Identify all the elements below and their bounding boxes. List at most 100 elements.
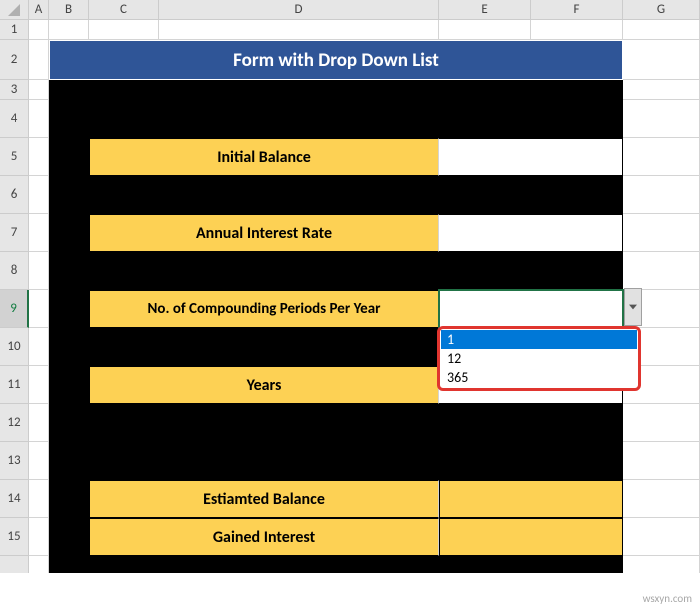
cell-G6[interactable] bbox=[623, 176, 700, 214]
cell-B4-F4[interactable] bbox=[49, 100, 623, 138]
label-years[interactable]: Years bbox=[89, 366, 439, 404]
row-header-4[interactable]: 4 bbox=[0, 100, 29, 138]
dropdown-arrow-button[interactable] bbox=[624, 288, 642, 326]
cell-A15[interactable] bbox=[29, 518, 49, 556]
dropdown-option-365[interactable]: 365 bbox=[441, 368, 637, 387]
col-header-C[interactable]: C bbox=[89, 0, 159, 20]
cell-B12-F12[interactable] bbox=[49, 404, 623, 442]
label-compounding[interactable]: No. of Compounding Periods Per Year bbox=[89, 290, 439, 328]
cell-B8-F8[interactable] bbox=[49, 252, 623, 290]
cell-G12[interactable] bbox=[623, 404, 700, 442]
col-header-D[interactable]: D bbox=[159, 0, 439, 20]
cell-C1[interactable] bbox=[89, 20, 159, 40]
cell-A6[interactable] bbox=[29, 176, 49, 214]
cell-B14[interactable] bbox=[49, 480, 89, 518]
cell-A9[interactable] bbox=[29, 290, 49, 328]
input-compounding[interactable] bbox=[439, 290, 623, 328]
label-est-balance[interactable]: Estiamted Balance bbox=[89, 480, 439, 518]
dropdown-option-1[interactable]: 1 bbox=[441, 330, 637, 349]
cell-G13[interactable] bbox=[623, 442, 700, 480]
row-header-14[interactable]: 14 bbox=[0, 480, 29, 518]
row-3: 3 bbox=[0, 80, 700, 100]
cell-F1[interactable] bbox=[531, 20, 623, 40]
cell-B1[interactable] bbox=[49, 20, 89, 40]
cell-G8[interactable] bbox=[623, 252, 700, 290]
triangle-icon bbox=[8, 4, 20, 16]
cell-A1[interactable] bbox=[29, 20, 49, 40]
row-header-6[interactable]: 6 bbox=[0, 176, 29, 214]
row-8: 8 bbox=[0, 252, 700, 290]
row-header-3[interactable]: 3 bbox=[0, 80, 29, 100]
col-header-E[interactable]: E bbox=[439, 0, 531, 20]
row-header-5[interactable]: 5 bbox=[0, 138, 29, 176]
col-header-A[interactable]: A bbox=[29, 0, 49, 20]
row-header-rem[interactable] bbox=[0, 556, 29, 573]
col-header-G[interactable]: G bbox=[623, 0, 700, 20]
input-initial-balance[interactable] bbox=[439, 138, 623, 176]
cell-G15[interactable] bbox=[623, 518, 700, 556]
row-header-1[interactable]: 1 bbox=[0, 20, 29, 40]
cell-A7[interactable] bbox=[29, 214, 49, 252]
row-header-7[interactable]: 7 bbox=[0, 214, 29, 252]
cell-A14[interactable] bbox=[29, 480, 49, 518]
label-annual-rate[interactable]: Annual Interest Rate bbox=[89, 214, 439, 252]
row-remainder bbox=[0, 556, 700, 573]
cell-G14[interactable] bbox=[623, 480, 700, 518]
cell-B11[interactable] bbox=[49, 366, 89, 404]
cell-D1[interactable] bbox=[159, 20, 439, 40]
cell-G4[interactable] bbox=[623, 100, 700, 138]
col-header-F[interactable]: F bbox=[531, 0, 623, 20]
cell-A2[interactable] bbox=[29, 40, 49, 80]
cell-rem[interactable] bbox=[49, 556, 623, 573]
cell-Grem[interactable] bbox=[623, 556, 700, 573]
cell-A3[interactable] bbox=[29, 80, 49, 100]
cell-G2[interactable] bbox=[623, 40, 700, 80]
row-header-11[interactable]: 11 bbox=[0, 366, 29, 404]
label-initial-balance[interactable]: Initial Balance bbox=[89, 138, 439, 176]
cell-A5[interactable] bbox=[29, 138, 49, 176]
col-header-B[interactable]: B bbox=[49, 0, 89, 20]
row-header-9[interactable]: 9 bbox=[0, 290, 29, 328]
cell-G7[interactable] bbox=[623, 214, 700, 252]
dropdown-list[interactable]: 1 12 365 bbox=[437, 326, 641, 391]
cell-A10[interactable] bbox=[29, 328, 49, 366]
cell-G3[interactable] bbox=[623, 80, 700, 100]
select-all-corner[interactable] bbox=[0, 0, 29, 20]
cell-B6-F6[interactable] bbox=[49, 176, 623, 214]
spreadsheet-grid: A B C D E F G 1 2 Form with Drop Down Li… bbox=[0, 0, 700, 573]
input-annual-rate[interactable] bbox=[439, 214, 623, 252]
cell-B15[interactable] bbox=[49, 518, 89, 556]
cell-E1[interactable] bbox=[439, 20, 531, 40]
cell-B3-F3[interactable] bbox=[49, 80, 623, 100]
cell-Arem[interactable] bbox=[29, 556, 49, 573]
output-gained-interest[interactable] bbox=[439, 518, 623, 556]
row-13: 13 bbox=[0, 442, 700, 480]
row-header-13[interactable]: 13 bbox=[0, 442, 29, 480]
cell-A4[interactable] bbox=[29, 100, 49, 138]
cell-B13-F13[interactable] bbox=[49, 442, 623, 480]
row-12: 12 bbox=[0, 404, 700, 442]
label-gained-interest[interactable]: Gained Interest bbox=[89, 518, 439, 556]
cell-G1[interactable] bbox=[623, 20, 700, 40]
cell-A13[interactable] bbox=[29, 442, 49, 480]
output-est-balance[interactable] bbox=[439, 480, 623, 518]
cell-A8[interactable] bbox=[29, 252, 49, 290]
row-4: 4 bbox=[0, 100, 700, 138]
cell-A11[interactable] bbox=[29, 366, 49, 404]
row-15: 15 Gained Interest bbox=[0, 518, 700, 556]
form-title[interactable]: Form with Drop Down List bbox=[49, 40, 623, 80]
cell-B7[interactable] bbox=[49, 214, 89, 252]
cell-B9[interactable] bbox=[49, 290, 89, 328]
cell-B5[interactable] bbox=[49, 138, 89, 176]
row-header-8[interactable]: 8 bbox=[0, 252, 29, 290]
row-header-2[interactable]: 2 bbox=[0, 40, 29, 80]
row-header-10[interactable]: 10 bbox=[0, 328, 29, 366]
dropdown-option-12[interactable]: 12 bbox=[441, 349, 637, 368]
chevron-down-icon bbox=[629, 304, 637, 310]
row-header-12[interactable]: 12 bbox=[0, 404, 29, 442]
column-header-row: A B C D E F G bbox=[0, 0, 700, 20]
row-header-15[interactable]: 15 bbox=[0, 518, 29, 556]
cell-A12[interactable] bbox=[29, 404, 49, 442]
row-7: 7 Annual Interest Rate bbox=[0, 214, 700, 252]
cell-G5[interactable] bbox=[623, 138, 700, 176]
